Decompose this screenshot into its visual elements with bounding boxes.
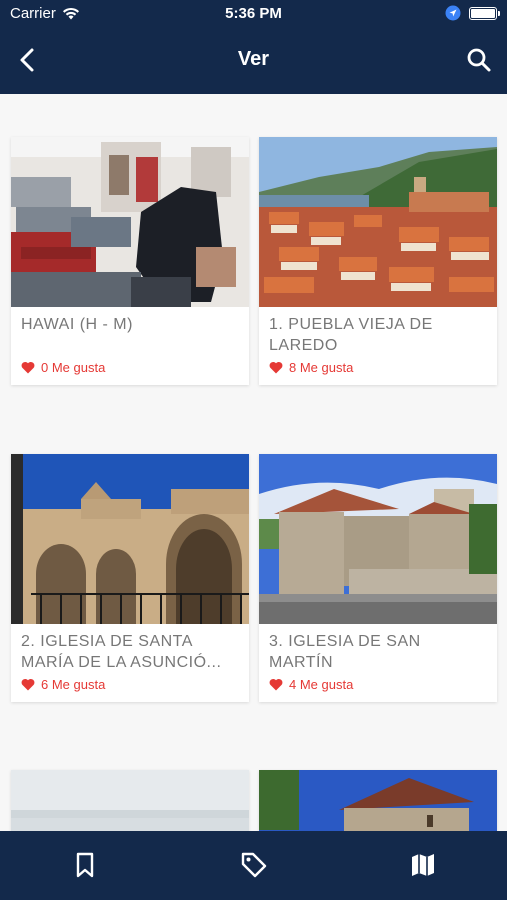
heart-icon <box>21 678 35 691</box>
navigation-bar: Ver <box>0 40 507 80</box>
status-bar: Carrier 5:36 PM <box>0 0 507 28</box>
status-right <box>445 5 500 21</box>
town-rooftops-photo <box>259 137 497 307</box>
likes-label: 6 Me gusta <box>41 677 106 692</box>
search-icon[interactable] <box>465 46 493 74</box>
card-title: 3. IGLESIA DE SAN MARTÍN <box>269 633 421 671</box>
bookmark-icon[interactable] <box>71 851 99 879</box>
place-card[interactable] <box>11 770 249 831</box>
likes-counter: 8 Me gusta <box>259 357 497 385</box>
place-card[interactable]: 1. PUEBLA VIEJA DE LAREDO 8 Me gusta <box>259 137 497 385</box>
place-card[interactable]: HAWAI (H - M) 0 Me gusta <box>11 137 249 385</box>
likes-counter: 6 Me gusta <box>11 674 249 702</box>
location-arrow-icon <box>445 5 461 21</box>
likes-counter: 0 Me gusta <box>11 357 249 385</box>
card-title: 1. PUEBLA VIEJA DE LAREDO <box>269 316 433 354</box>
likes-label: 8 Me gusta <box>289 360 354 375</box>
app-header: Carrier 5:36 PM Ver <box>0 0 507 94</box>
coastal-photo <box>11 770 249 831</box>
tag-icon[interactable] <box>240 851 268 879</box>
map-icon[interactable] <box>409 851 437 879</box>
tab-bar <box>0 831 507 900</box>
clothing-store-photo <box>11 137 249 307</box>
card-title: 2. IGLESIA DE SANTA MARÍA DE LA ASUNCIÓ.… <box>21 633 222 671</box>
page-title: Ver <box>237 48 270 70</box>
stone-church-photo <box>259 454 497 624</box>
church-facade-photo <box>11 454 249 624</box>
heart-icon <box>269 678 283 691</box>
battery-icon <box>469 6 500 20</box>
stone-chapel-photo <box>259 770 497 831</box>
likes-label: 4 Me gusta <box>289 677 354 692</box>
place-card[interactable]: 3. IGLESIA DE SAN MARTÍN 4 Me gusta <box>259 454 497 702</box>
card-title: HAWAI (H - M) <box>21 316 133 333</box>
heart-icon <box>269 361 283 374</box>
likes-label: 0 Me gusta <box>41 360 106 375</box>
place-card[interactable]: 2. IGLESIA DE SANTA MARÍA DE LA ASUNCIÓ.… <box>11 454 249 702</box>
heart-icon <box>21 361 35 374</box>
places-grid: HAWAI (H - M) 0 Me gusta 1. PUEBLA VIEJA… <box>0 94 507 831</box>
likes-counter: 4 Me gusta <box>259 674 497 702</box>
place-card[interactable] <box>259 770 497 831</box>
status-time: 5:36 PM <box>225 5 282 22</box>
